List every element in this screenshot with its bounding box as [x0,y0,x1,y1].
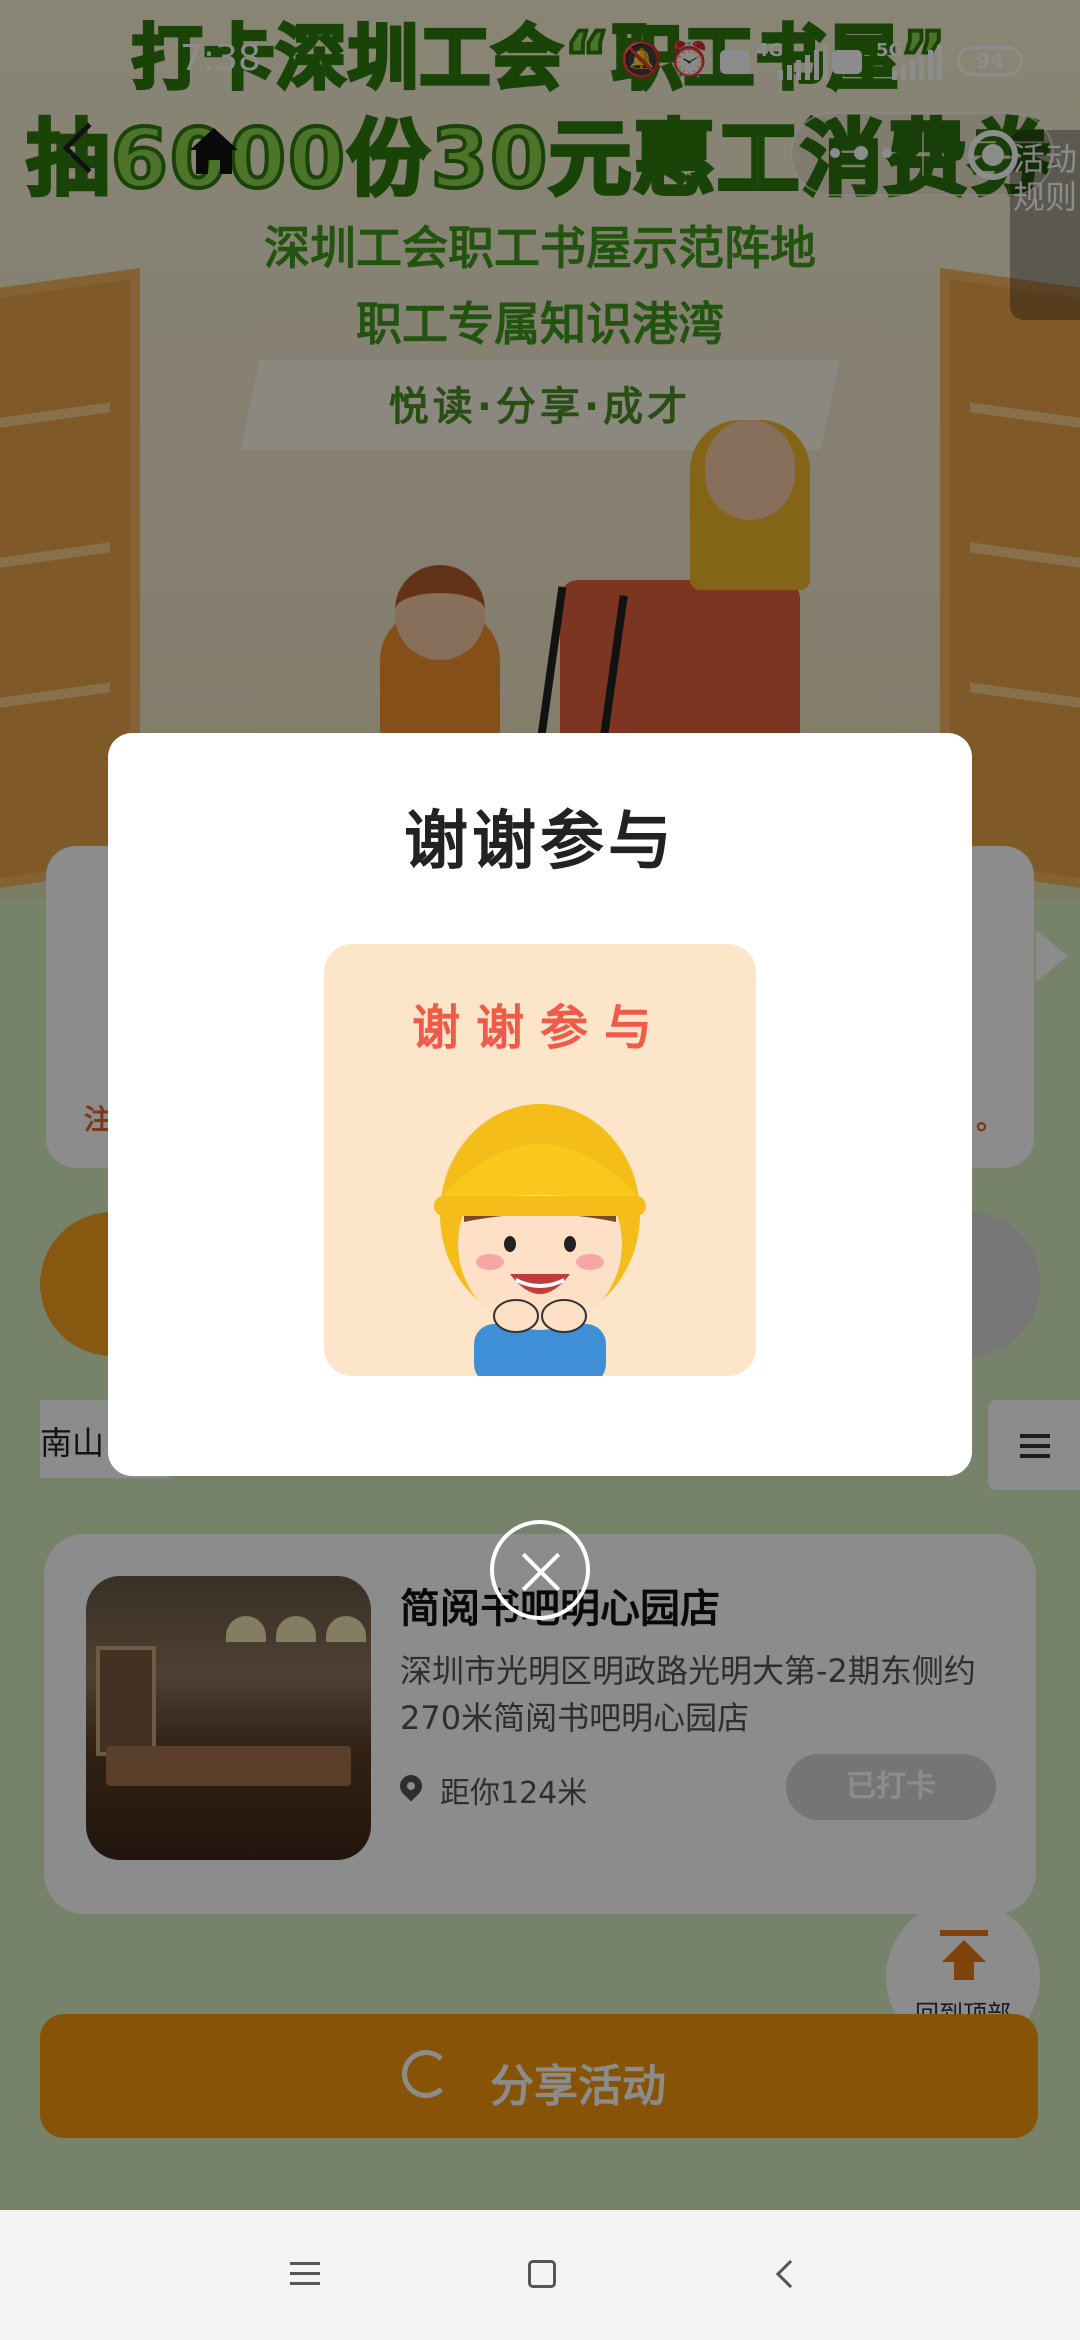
modal-title: 谢谢参与 [404,805,676,879]
prize-result-text: 谢谢参与 [411,1000,668,1056]
close-icon[interactable] [490,1520,590,1620]
home-square-icon[interactable] [528,2260,556,2288]
menu-icon[interactable] [290,2260,320,2286]
